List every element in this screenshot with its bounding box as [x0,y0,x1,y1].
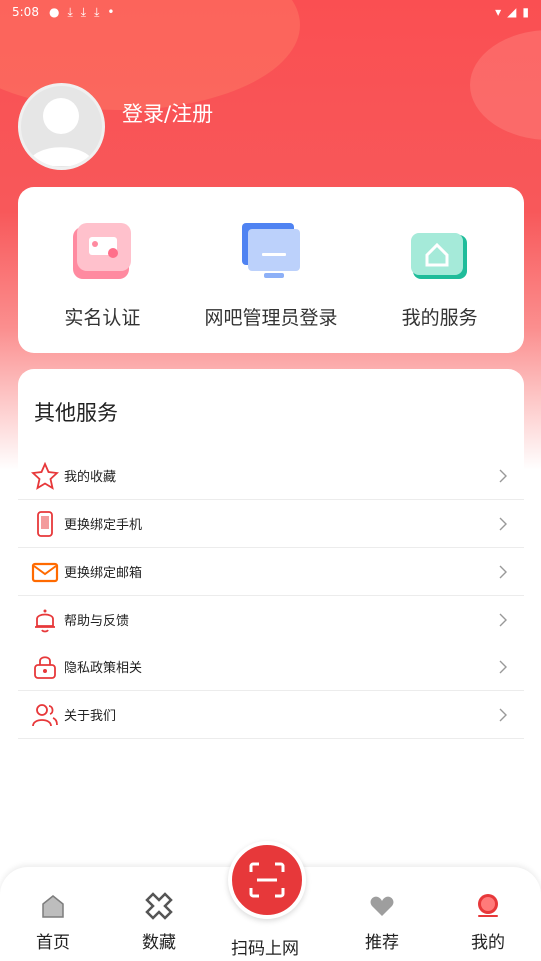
tab-mine[interactable]: 我的 [458,892,518,953]
quick-actions-card: 实名认证 网吧管理员登录 我的服务 [18,187,524,353]
tab-label: 数藏 [142,933,176,953]
list-item-change-email[interactable]: 更换绑定邮箱 [18,548,524,596]
battery-icon: ▮ [522,5,529,19]
list-item-label: 帮助与反馈 [64,614,130,629]
avatar[interactable] [18,83,105,170]
chevron-right-icon [499,708,507,721]
profile-icon [478,894,498,917]
wifi-icon: ▾ [495,5,502,19]
dot-icon: • [107,5,115,19]
decor-blob [470,30,541,140]
status-time: 5:08 [12,5,39,19]
tab-home[interactable]: 首页 [23,892,83,953]
scan-button[interactable] [228,841,306,919]
notification-icons: ● ⤓ ⤓ ⤓ • [49,5,115,20]
monitor-icon [241,223,300,278]
quick-action-label: 网吧管理员登录 [204,307,338,329]
heart-icon [370,896,394,916]
list-item-change-phone[interactable]: 更换绑定手机 [18,500,524,548]
list-item-label: 我的收藏 [64,470,117,485]
chevron-right-icon [499,517,507,530]
list-item-privacy[interactable]: 隐私政策相关 [18,643,524,691]
home-icon [42,895,64,918]
list-item-help-feedback[interactable]: 帮助与反馈 [18,596,524,644]
section-title: 其他服务 [34,401,118,425]
list-item-label: 关于我们 [64,709,117,724]
tab-recommend[interactable]: 推荐 [352,892,412,953]
tab-label: 推荐 [365,933,399,953]
list-item-label: 更换绑定手机 [64,518,143,533]
login-register-link[interactable]: 登录/注册 [122,98,213,128]
signal-icon: ◢ [507,5,517,19]
quick-action-my-services[interactable]: 我的服务 [360,221,520,330]
status-bar: 5:08 ● ⤓ ⤓ ⤓ • ▾ ◢ ▮ [0,0,541,24]
download-icon: ⤓ [94,4,100,19]
download-icon: ⤓ [80,4,87,19]
house-service-icon [410,233,467,279]
quick-action-label: 我的服务 [401,307,478,329]
chevron-right-icon [499,565,507,578]
phone-icon [30,509,60,539]
bell-icon [30,605,60,635]
tab-label: 首页 [36,933,70,953]
chevron-right-icon [499,469,507,482]
tab-label: 我的 [471,933,505,953]
list-item-favorites[interactable]: 我的收藏 [18,452,524,500]
list-item-label: 隐私政策相关 [64,661,143,676]
id-card-icon [73,223,132,279]
list-item-label: 更换绑定邮箱 [64,566,143,581]
alert-icon: ● [48,5,60,19]
users-icon [30,700,60,730]
quick-action-label: 实名认证 [64,307,141,329]
star-icon [30,461,60,491]
chevron-right-icon [499,613,507,626]
lock-icon [30,652,60,682]
mail-icon [30,557,60,587]
quick-action-admin-login[interactable]: 网吧管理员登录 [191,221,351,330]
collection-icon [145,892,173,920]
scan-label[interactable]: 扫码上网 [231,934,299,959]
quick-action-realname[interactable]: 实名认证 [22,221,182,330]
chevron-right-icon [499,660,507,673]
download-icon: ⤓ [67,4,73,19]
scan-icon [249,862,285,898]
list-item-about-us[interactable]: 关于我们 [18,691,524,739]
tab-collection[interactable]: 数藏 [129,892,189,953]
